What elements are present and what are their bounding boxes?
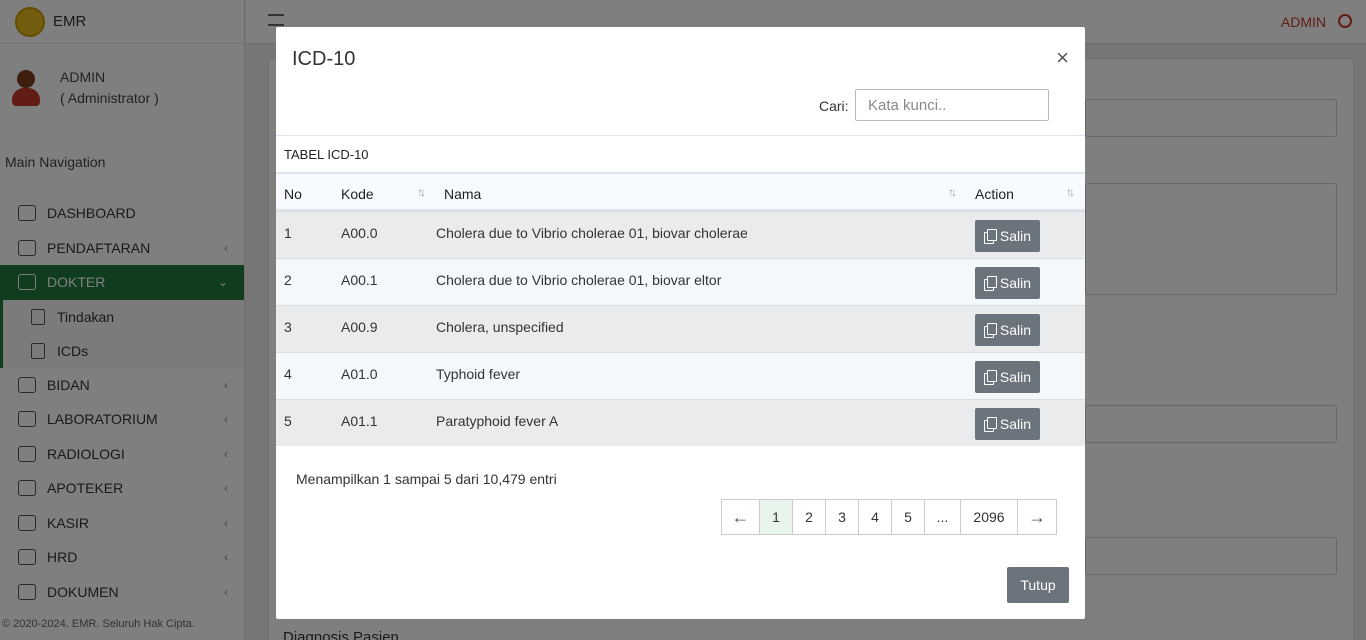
table-row: 3 A00.9 Cholera, unspecified Salin	[276, 305, 1085, 352]
cell-kode: A00.9	[341, 319, 378, 335]
cell-kode: A01.1	[341, 413, 378, 429]
copy-icon	[983, 229, 997, 244]
table-row: 2 A00.1 Cholera due to Vibrio cholerae 0…	[276, 258, 1085, 305]
copy-button[interactable]: Salin	[975, 361, 1040, 393]
page-button[interactable]: 5	[892, 500, 925, 534]
column-header-action[interactable]: Action	[975, 186, 1014, 202]
copy-icon	[983, 323, 997, 338]
table-row: 4 A01.0 Typhoid fever Salin	[276, 352, 1085, 399]
copy-button[interactable]: Salin	[975, 314, 1040, 346]
copy-button[interactable]: Salin	[975, 408, 1040, 440]
cell-kode: A00.0	[341, 225, 378, 241]
modal-title: ICD-10	[292, 48, 356, 70]
sort-icon[interactable]: ↑↓	[417, 185, 426, 199]
search-label: Cari:	[819, 98, 849, 114]
cell-no: 1	[284, 225, 292, 241]
table-header-row: No Kode ↑↓ Nama ↑↓ Action ↑↓	[276, 172, 1085, 211]
column-header-nama[interactable]: Nama	[444, 186, 481, 202]
cell-kode: A01.0	[341, 366, 378, 382]
next-page-button[interactable]: →	[1018, 500, 1056, 534]
column-header-kode[interactable]: Kode	[341, 186, 374, 202]
column-header-no[interactable]: No	[284, 186, 302, 202]
icd10-modal: ICD-10 × Cari: TABEL ICD-10 No Kode ↑↓ N…	[276, 27, 1085, 619]
copy-button-label: Salin	[999, 416, 1032, 432]
cell-nama: Cholera due to Vibrio cholerae 01, biova…	[436, 225, 748, 241]
sort-icon[interactable]: ↑↓	[1066, 185, 1075, 199]
cell-nama: Cholera, unspecified	[436, 319, 564, 335]
search-input[interactable]	[855, 89, 1049, 121]
page-button[interactable]: 4	[859, 500, 892, 534]
cell-kode: A00.1	[341, 272, 378, 288]
cell-no: 4	[284, 366, 292, 382]
cell-nama: Cholera due to Vibrio cholerae 01, biova…	[436, 272, 722, 288]
page-button[interactable]: 3	[826, 500, 859, 534]
icd-table: No Kode ↑↓ Nama ↑↓ Action ↑↓ 1 A00.0 Cho…	[276, 172, 1085, 446]
page-button[interactable]: 2	[793, 500, 826, 534]
table-row: 5 A01.1 Paratyphoid fever A Salin	[276, 399, 1085, 446]
sort-icon[interactable]: ↑↓	[948, 185, 957, 199]
cell-nama: Typhoid fever	[436, 366, 521, 382]
copy-icon	[983, 276, 997, 291]
copy-button-label: Salin	[999, 228, 1032, 244]
table-row: 1 A00.0 Cholera due to Vibrio cholerae 0…	[276, 211, 1085, 258]
last-page-button[interactable]: 2096	[961, 500, 1018, 534]
cell-no: 3	[284, 319, 292, 335]
copy-button-label: Salin	[999, 322, 1032, 338]
pagination: ← 1 2 3 4 5 ... 2096 →	[721, 499, 1057, 535]
copy-icon	[983, 370, 997, 385]
copy-button[interactable]: Salin	[975, 220, 1040, 252]
copy-button-label: Salin	[999, 275, 1032, 291]
copy-button-label: Salin	[999, 369, 1032, 385]
copy-icon	[983, 417, 997, 432]
cell-nama: Paratyphoid fever A	[436, 413, 559, 429]
table-title: TABEL ICD-10	[276, 135, 1085, 172]
copy-button[interactable]: Salin	[975, 267, 1040, 299]
prev-page-button[interactable]: ←	[722, 500, 760, 534]
table-info: Menampilkan 1 sampai 5 dari 10,479 entri	[296, 471, 557, 487]
close-button[interactable]: Tutup	[1007, 567, 1069, 603]
cell-no: 2	[284, 272, 292, 288]
cell-no: 5	[284, 413, 292, 429]
page-button[interactable]: 1	[760, 500, 793, 534]
page-ellipsis: ...	[925, 500, 961, 534]
close-icon[interactable]: ×	[1056, 47, 1069, 69]
